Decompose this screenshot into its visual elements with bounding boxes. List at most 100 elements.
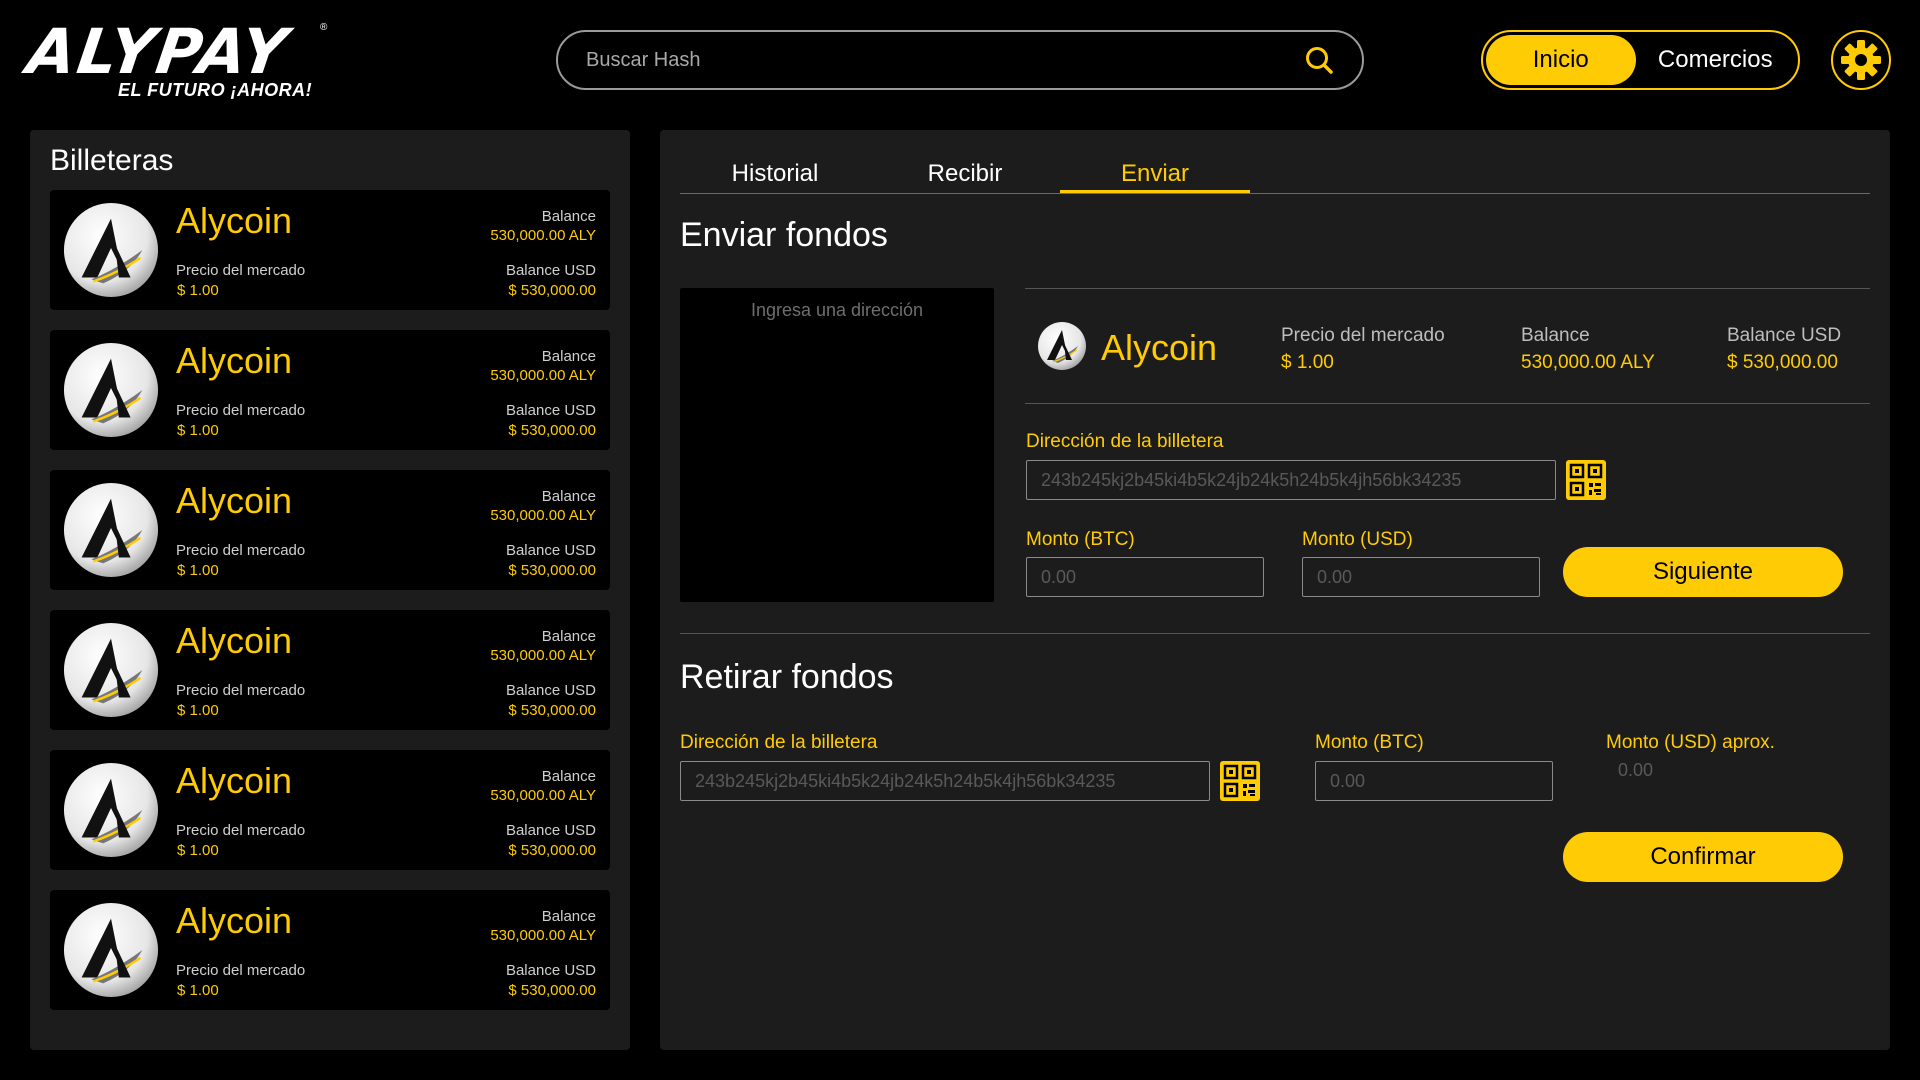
nav-merchants-button[interactable]: Comercios [1636, 35, 1795, 85]
send-address-label: Dirección de la billetera [1026, 431, 1224, 452]
balance-value: 530,000.00 ALY [490, 227, 596, 244]
search-input[interactable] [586, 48, 1302, 72]
wallet-name: Alycoin [176, 480, 293, 521]
transactions-panel: Historial Recibir Enviar Enviar fondos I… [660, 130, 1890, 1050]
send-usd-label: Monto (USD) [1302, 529, 1413, 550]
qr-code-icon[interactable] [1220, 761, 1260, 801]
balance-label: Balance [541, 348, 596, 365]
wallet-card[interactable]: Alycoin Balance 530,000.00 ALY Precio de… [50, 890, 610, 1010]
alycoin-logo-icon [62, 201, 160, 299]
balance-value: 530,000.00 ALY [490, 927, 596, 944]
market-price-value: $ 1.00 [177, 982, 219, 999]
registered-mark: ® [320, 22, 328, 33]
balance-usd-label: Balance USD [1727, 325, 1842, 346]
balance-value: 530,000.00 ALY [490, 507, 596, 524]
alypay-logo[interactable]: ALYPAY ® EL FUTURO ¡AHORA! [23, 15, 338, 104]
wallet-name: Alycoin [176, 620, 293, 661]
balance-usd-value: $ 530,000.00 [508, 982, 596, 999]
brand-name: ALYPAY [22, 15, 294, 88]
tab-receive[interactable]: Recibir [870, 156, 1060, 193]
nav-home-button[interactable]: Inicio [1486, 35, 1636, 85]
section-divider [680, 633, 1870, 634]
balance-usd-group: Balance USD $ 530,000.00 [1727, 325, 1841, 374]
market-price-value: $ 1.00 [1281, 352, 1334, 373]
search-bar [556, 30, 1364, 90]
withdraw-btc-input[interactable] [1315, 761, 1553, 801]
gear-icon [1841, 40, 1881, 80]
balance-usd-value: $ 530,000.00 [508, 702, 596, 719]
qr-code-icon[interactable] [1566, 460, 1606, 500]
balance-label: Balance [541, 768, 596, 785]
balance-usd-value: $ 530,000.00 [1727, 352, 1838, 373]
wallet-card[interactable]: Alycoin Balance 530,000.00 ALY Precio de… [50, 610, 610, 730]
wallet-name: Alycoin [176, 200, 293, 241]
balance-usd-label: Balance USD [505, 962, 596, 979]
market-price-group: Precio del mercado $ 1.00 [1281, 325, 1445, 374]
balance-label: Balance [541, 488, 596, 505]
wallet-card[interactable]: Alycoin Balance 530,000.00 ALY Precio de… [50, 470, 610, 590]
confirm-button[interactable]: Confirmar [1563, 832, 1843, 882]
withdraw-address-label: Dirección de la billetera [680, 732, 878, 753]
withdraw-address-input[interactable] [680, 761, 1210, 801]
send-usd-input[interactable] [1302, 557, 1540, 597]
market-price-value: $ 1.00 [177, 702, 219, 719]
alycoin-logo-icon [62, 901, 160, 999]
market-price-label: Precio del mercado [176, 402, 306, 419]
send-funds-title: Enviar fondos [680, 216, 888, 254]
market-price-label: Precio del mercado [176, 262, 306, 279]
market-price-value: $ 1.00 [177, 842, 219, 859]
balance-value: 530,000.00 ALY [490, 367, 596, 384]
main-nav: Inicio Comercios [1481, 30, 1800, 90]
wallet-card[interactable]: Alycoin Balance 530,000.00 ALY Precio de… [50, 190, 610, 310]
send-btc-label: Monto (BTC) [1026, 529, 1135, 550]
wallet-card[interactable]: Alycoin Balance 530,000.00 ALY Precio de… [50, 750, 610, 870]
balance-label: Balance [1521, 325, 1590, 346]
withdraw-funds-title: Retirar fondos [680, 658, 894, 696]
balance-usd-value: $ 530,000.00 [508, 562, 596, 579]
settings-button[interactable] [1831, 30, 1891, 90]
tab-history[interactable]: Historial [680, 156, 870, 193]
alycoin-logo-icon [1037, 321, 1087, 371]
balance-usd-label: Balance USD [505, 682, 596, 699]
withdraw-usd-value: 0.00 [1618, 760, 1654, 780]
search-icon[interactable] [1302, 43, 1336, 77]
selected-coin-summary: Alycoin Precio del mercado $ 1.00 Balanc… [1025, 288, 1870, 404]
brand-tagline: EL FUTURO ¡AHORA! [118, 80, 313, 100]
market-price-label: Precio del mercado [176, 682, 306, 699]
send-address-input[interactable] [1026, 460, 1556, 500]
wallet-name: Alycoin [176, 340, 293, 381]
market-price-label: Precio del mercado [176, 822, 306, 839]
qr-display: Ingresa una dirección [680, 288, 994, 602]
balance-value: 530,000.00 ALY [490, 787, 596, 804]
market-price-label: Precio del mercado [1281, 325, 1445, 346]
coin-name: Alycoin [1101, 327, 1218, 368]
market-price-label: Precio del mercado [176, 542, 306, 559]
alycoin-logo-icon [62, 621, 160, 719]
alycoin-logo-icon [62, 341, 160, 439]
wallet-card[interactable]: Alycoin Balance 530,000.00 ALY Precio de… [50, 330, 610, 450]
balance-label: Balance [541, 908, 596, 925]
balance-group: Balance 530,000.00 ALY [1521, 325, 1655, 374]
tab-send[interactable]: Enviar [1060, 156, 1250, 193]
balance-usd-value: $ 530,000.00 [508, 842, 596, 859]
alycoin-logo-icon [62, 761, 160, 859]
balance-usd-value: $ 530,000.00 [508, 422, 596, 439]
withdraw-btc-label: Monto (BTC) [1315, 732, 1424, 753]
wallet-name: Alycoin [176, 760, 293, 801]
send-btc-input[interactable] [1026, 557, 1264, 597]
wallets-panel: Billeteras Alycoin Balance 530,000.00 AL… [30, 130, 630, 1050]
market-price-value: $ 1.00 [177, 562, 219, 579]
withdraw-usd-label: Monto (USD) aprox. [1606, 732, 1775, 753]
balance-usd-label: Balance USD [505, 542, 596, 559]
balance-label: Balance [541, 208, 596, 225]
tab-bar: Historial Recibir Enviar [680, 156, 1870, 194]
market-price-value: $ 1.00 [177, 282, 219, 299]
balance-label: Balance [541, 628, 596, 645]
balance-value: 530,000.00 ALY [1521, 352, 1655, 373]
alycoin-logo-icon [62, 481, 160, 579]
wallet-name: Alycoin [176, 900, 293, 941]
wallets-title: Billeteras [50, 144, 174, 177]
balance-usd-label: Balance USD [505, 402, 596, 419]
next-button[interactable]: Siguiente [1563, 547, 1843, 597]
balance-value: 530,000.00 ALY [490, 647, 596, 664]
